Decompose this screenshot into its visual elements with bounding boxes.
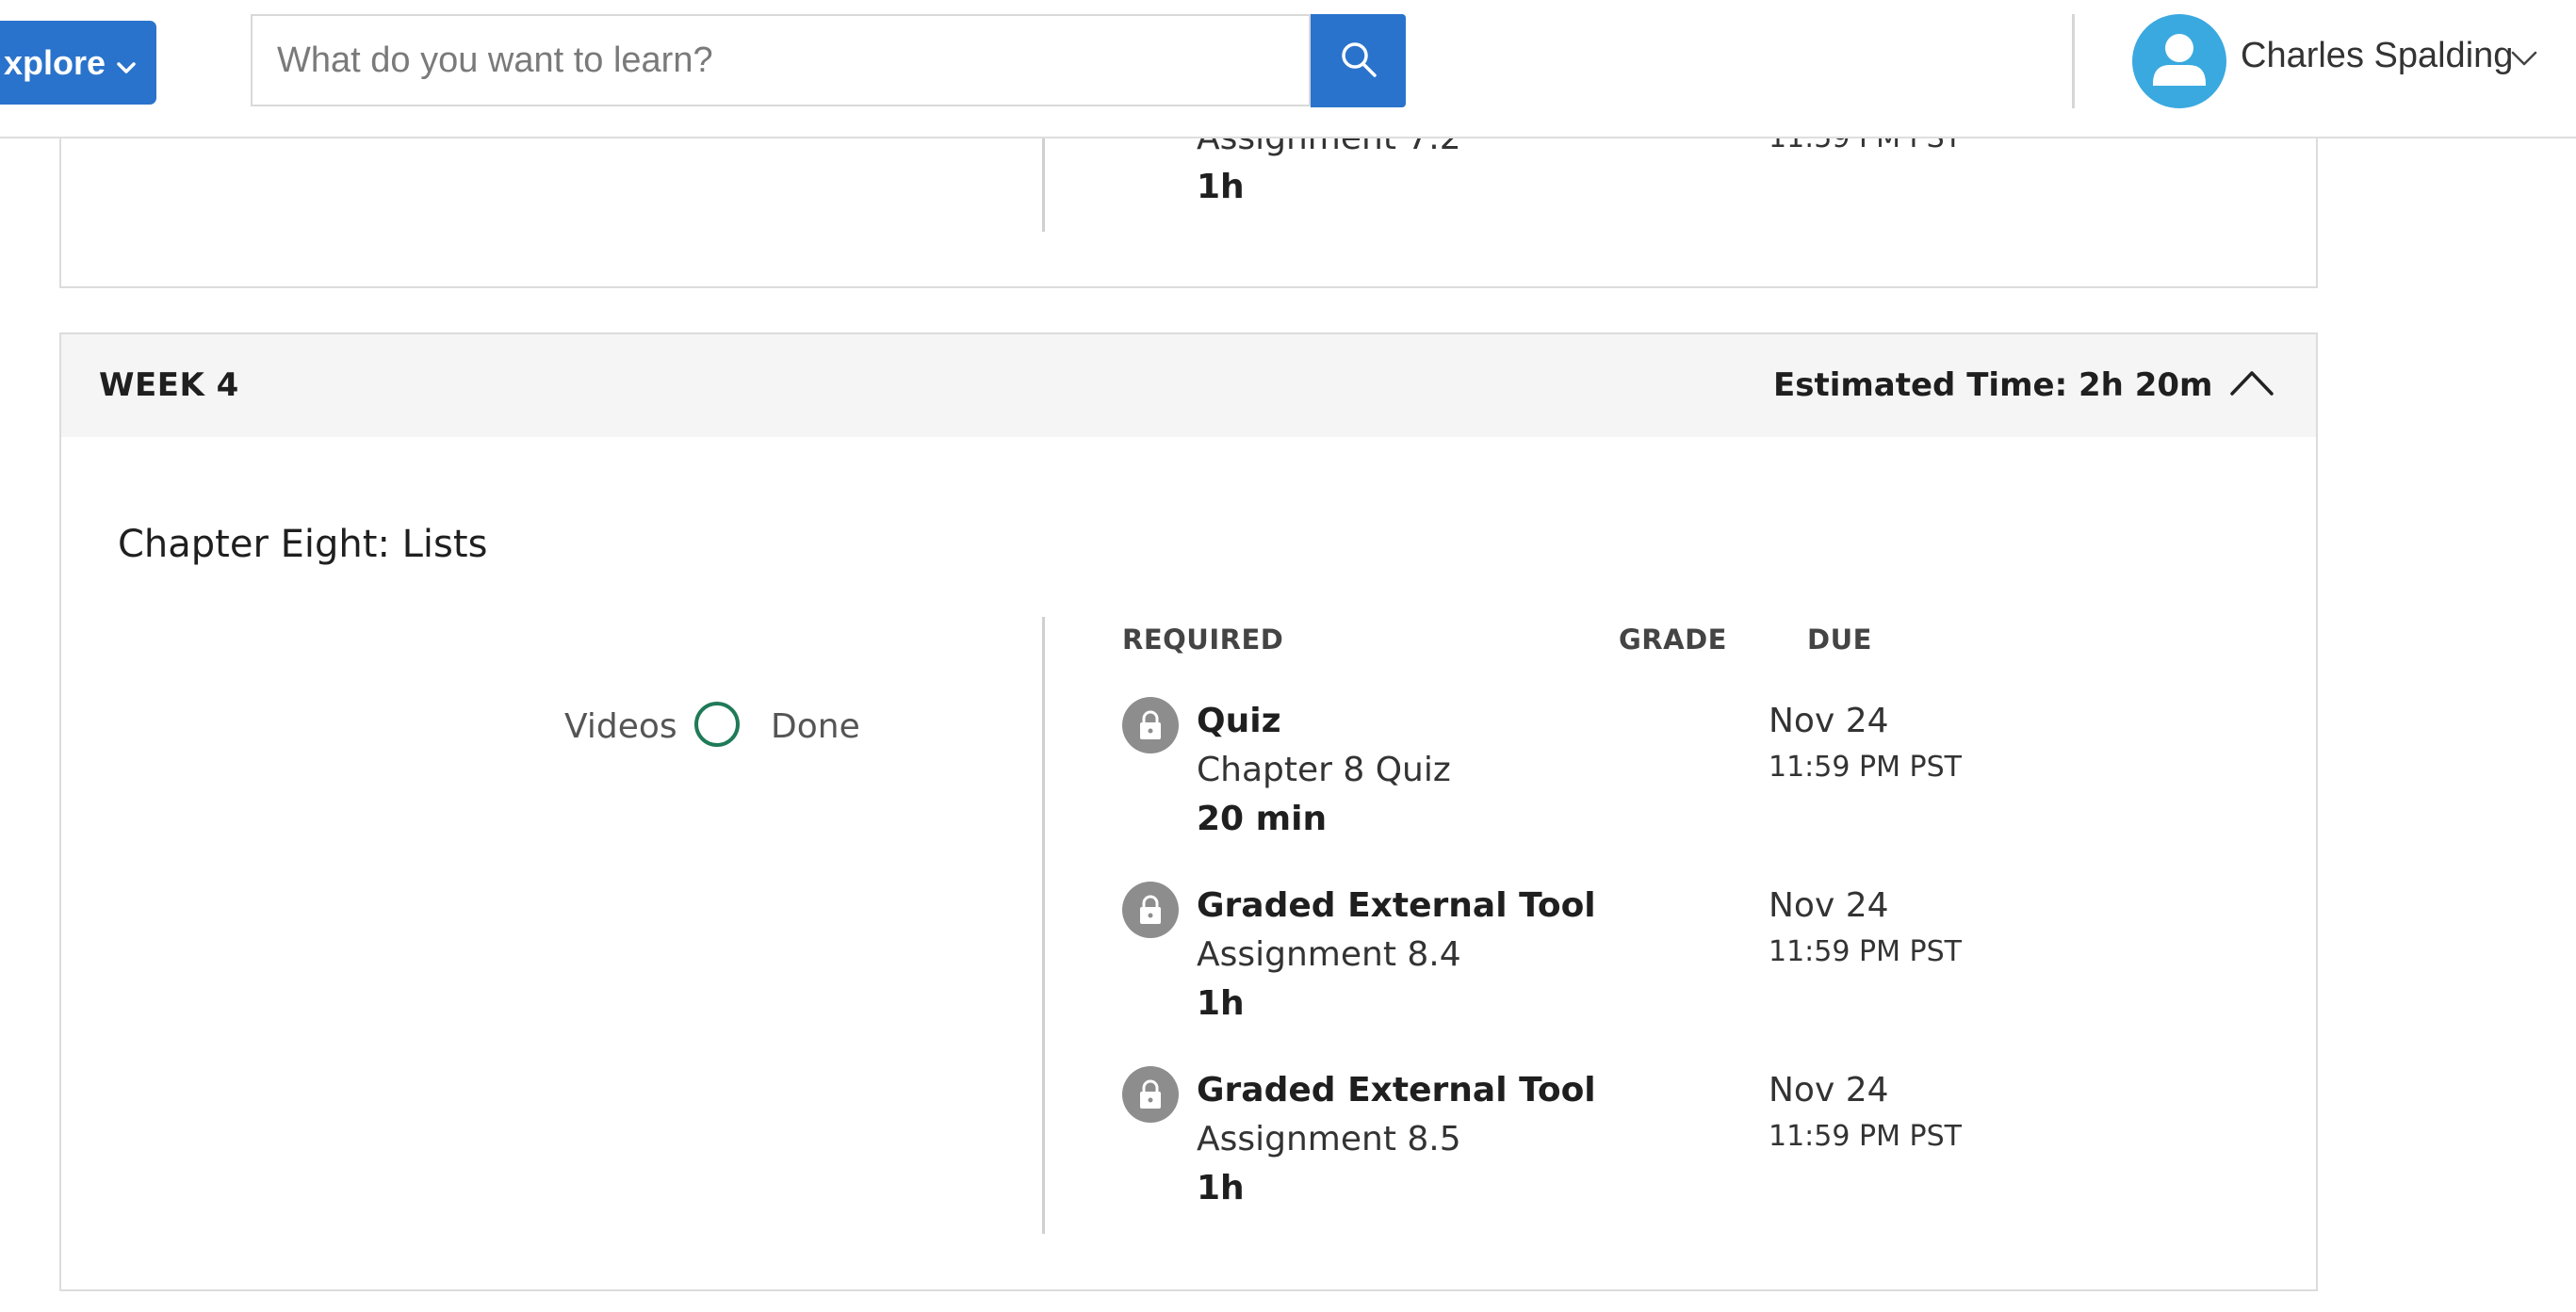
chevron-down-icon — [117, 43, 136, 83]
due-date: Nov 24 — [1769, 1071, 1889, 1110]
item-type[interactable]: Quiz — [1197, 702, 1281, 740]
item-type[interactable]: Graded External Tool — [1197, 886, 1596, 925]
due-date: Nov 24 — [1769, 886, 1889, 925]
item-name[interactable]: Assignment 8.5 — [1197, 1120, 1461, 1158]
column-divider — [1042, 617, 1045, 1234]
column-header-required: REQUIRED — [1122, 624, 1284, 656]
progress-ring-icon — [694, 702, 740, 747]
item-name[interactable]: Assignment 8.4 — [1197, 935, 1461, 974]
lock-icon — [1122, 1066, 1179, 1123]
column-header-due: DUE — [1807, 624, 1872, 656]
avatar[interactable] — [2132, 14, 2226, 108]
item-name[interactable]: Chapter 8 Quiz — [1197, 751, 1451, 789]
header-divider — [2072, 14, 2075, 108]
estimated-time: Estimated Time: 2h 20m — [1773, 366, 2213, 404]
week-card — [59, 332, 2318, 1291]
search-icon — [1339, 40, 1378, 83]
item-duration: 1h — [1197, 168, 1245, 206]
chapter-title: Chapter Eight: Lists — [118, 523, 488, 566]
chevron-up-icon[interactable] — [2229, 367, 2274, 401]
videos-label[interactable]: Videos — [564, 707, 677, 746]
lock-icon — [1122, 697, 1179, 753]
due-time: 11:59 PM PST — [1769, 1120, 1962, 1153]
due-time: 11:59 PM PST — [1769, 751, 1962, 784]
due-time: 11:59 PM PST — [1769, 935, 1962, 968]
lock-icon — [1122, 882, 1179, 938]
item-duration: 1h — [1197, 1169, 1245, 1207]
item-duration: 20 min — [1197, 800, 1328, 838]
due-date: Nov 24 — [1769, 702, 1889, 740]
search-input[interactable] — [253, 16, 1309, 105]
search-box — [251, 14, 1311, 106]
videos-status: Done — [771, 707, 860, 746]
item-type[interactable]: Graded External Tool — [1197, 1071, 1596, 1110]
search-button[interactable] — [1311, 14, 1406, 107]
explore-label: xplore — [3, 42, 106, 82]
top-header: xplore Charles Spalding — [0, 0, 2576, 138]
user-name[interactable]: Charles Spalding — [2241, 36, 2513, 76]
chevron-down-icon[interactable] — [2510, 49, 2538, 72]
item-duration: 1h — [1197, 984, 1245, 1023]
explore-button[interactable]: xplore — [0, 21, 156, 105]
user-icon — [2153, 34, 2206, 86]
week-title: WEEK 4 — [99, 366, 239, 404]
column-header-grade: GRADE — [1619, 624, 1727, 656]
